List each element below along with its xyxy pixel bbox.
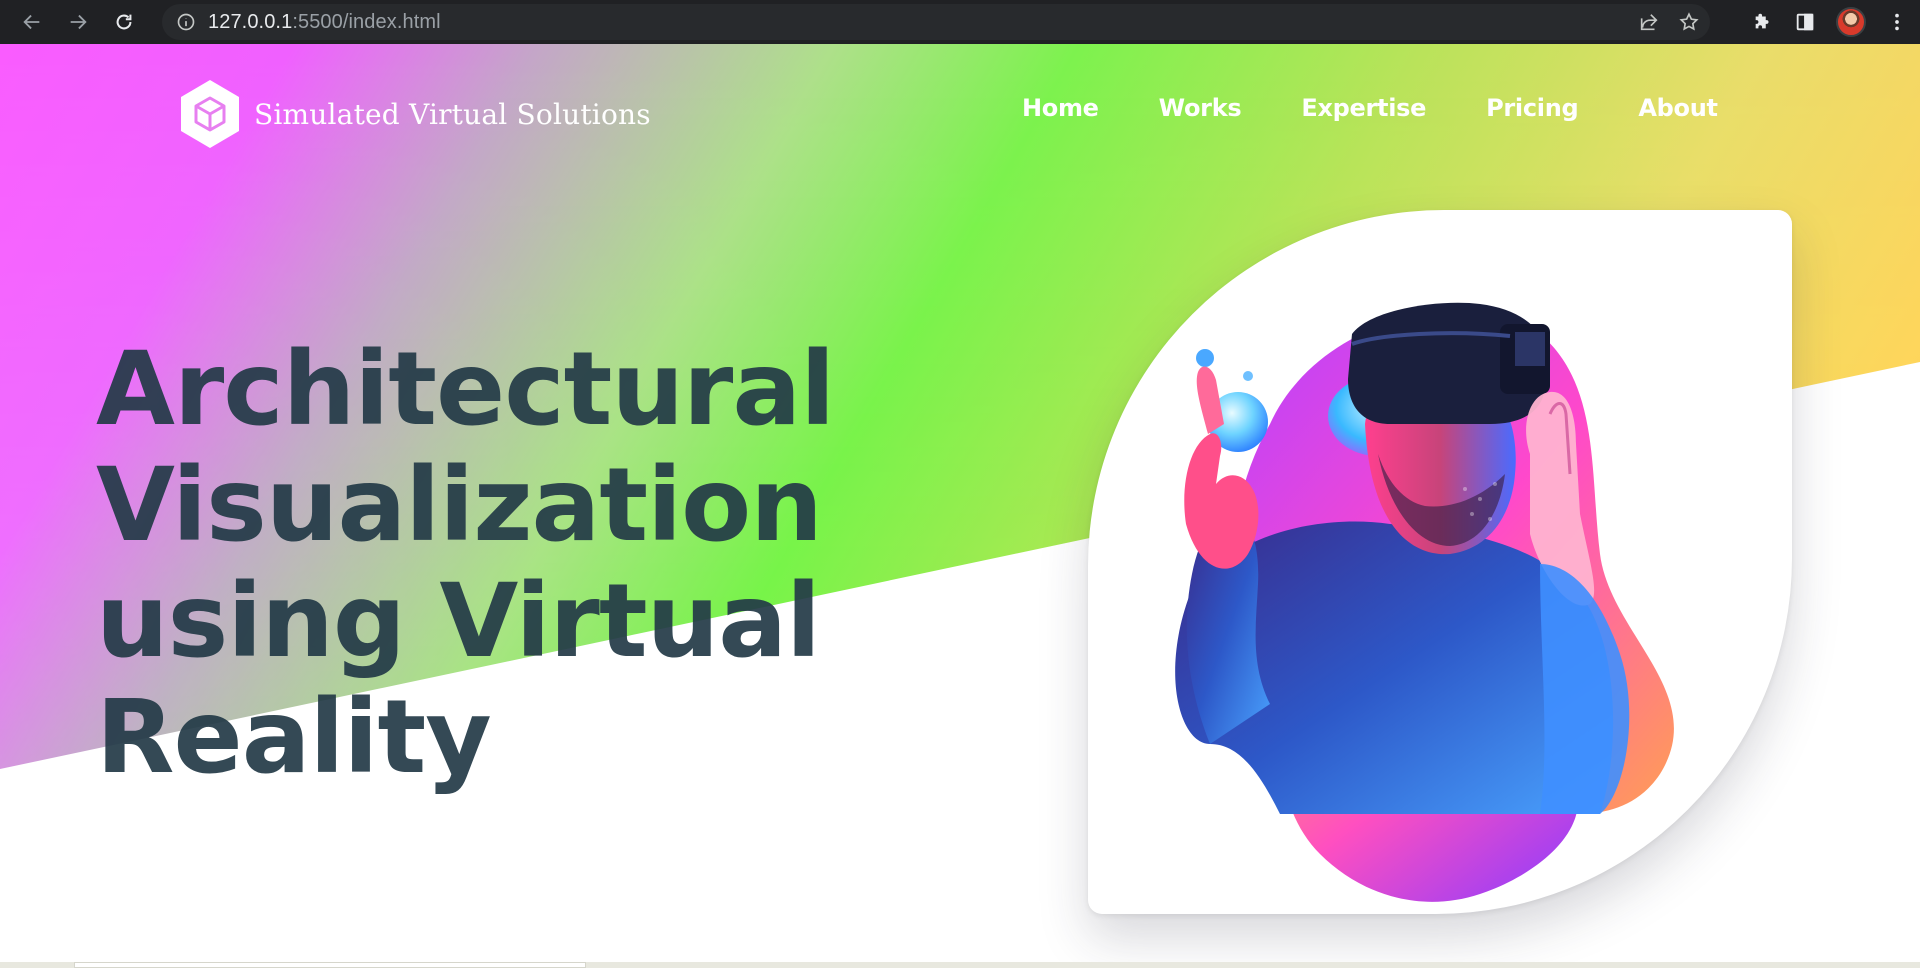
url-host: 127.0.0.1 — [208, 10, 293, 33]
browser-toolbar: 127.0.0.1:5500/index.html — [0, 0, 1920, 44]
nav-about[interactable]: About — [1638, 94, 1718, 122]
nav-pricing[interactable]: Pricing — [1486, 94, 1579, 122]
forward-button[interactable] — [60, 4, 96, 40]
web-page: Simulated Virtual Solutions Home Works E… — [0, 44, 1920, 968]
hero-title-line-3: using Virtual — [96, 562, 821, 681]
url-path: :5500/index.html — [292, 10, 441, 33]
back-button[interactable] — [14, 4, 50, 40]
arrow-right-icon — [70, 14, 87, 30]
puzzle-icon[interactable] — [1752, 11, 1774, 33]
brand[interactable]: Simulated Virtual Solutions — [178, 78, 651, 150]
nav-works[interactable]: Works — [1159, 94, 1242, 122]
hero-title: Architectural Visualization using Virtua… — [96, 332, 996, 796]
hero-title-line-4: Reality — [96, 678, 492, 797]
reload-icon — [116, 14, 132, 30]
bottom-panel-tab — [74, 962, 586, 968]
vr-headset-person-illustration — [1120, 274, 1760, 914]
reload-button[interactable] — [106, 4, 142, 40]
hero-title-line-1: Architectural — [96, 330, 835, 449]
bottom-scroll-strip — [0, 962, 1920, 968]
avatar[interactable] — [1836, 7, 1866, 37]
kebab-menu-icon[interactable] — [1886, 11, 1908, 33]
side-panel-icon[interactable] — [1794, 11, 1816, 33]
info-icon[interactable] — [176, 12, 196, 32]
cube-hexagon-icon — [178, 78, 242, 150]
arrow-left-icon — [23, 14, 40, 30]
hero-title-line-2: Visualization — [96, 446, 823, 565]
main-nav: Home Works Expertise Pricing About — [1022, 94, 1718, 122]
star-icon[interactable] — [1678, 11, 1700, 33]
brand-name: Simulated Virtual Solutions — [254, 97, 651, 131]
nav-expertise[interactable]: Expertise — [1301, 94, 1426, 122]
url-text[interactable]: 127.0.0.1:5500/index.html — [208, 11, 441, 34]
nav-home[interactable]: Home — [1022, 94, 1099, 122]
share-icon[interactable] — [1638, 11, 1660, 33]
address-bar[interactable]: 127.0.0.1:5500/index.html — [162, 4, 1710, 40]
